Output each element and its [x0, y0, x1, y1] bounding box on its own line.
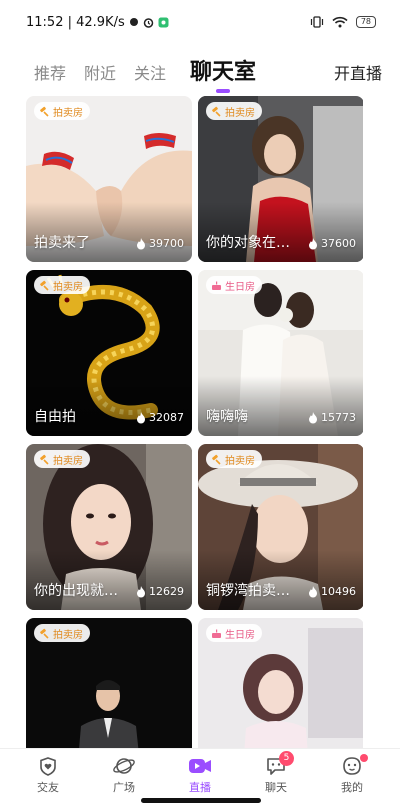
- room-card[interactable]: 生日房 嗨嗨嗨 15773: [198, 270, 363, 436]
- nav-label: 我的: [341, 781, 363, 794]
- auction-badge: 拍卖房: [206, 450, 262, 468]
- tab-chatroom[interactable]: 聊天室: [190, 54, 256, 94]
- nav-label: 直播: [189, 781, 211, 794]
- badge-label: 拍卖房: [53, 281, 83, 293]
- tab-following[interactable]: 关注: [134, 60, 166, 94]
- auction-badge: 拍卖房: [206, 102, 262, 120]
- room-card[interactable]: 生日房: [198, 618, 363, 748]
- room-card[interactable]: 拍卖房 铜锣湾拍卖… 10496: [198, 444, 363, 610]
- nav-label: 广场: [113, 781, 135, 794]
- heat-count: 39700: [136, 237, 184, 250]
- app-notification-icon: [129, 17, 139, 27]
- birthday-badge: 生日房: [206, 276, 262, 294]
- flame-icon: [309, 585, 317, 597]
- gavel-icon: [212, 454, 221, 465]
- room-title: 自由拍: [34, 409, 76, 425]
- nav-mine[interactable]: 我的: [322, 753, 382, 810]
- badge-label: 生日房: [225, 629, 255, 641]
- room-title: 拍卖来了: [34, 235, 90, 251]
- gavel-icon: [40, 106, 49, 117]
- room-card[interactable]: 拍卖房 拍卖来了 39700: [26, 96, 192, 262]
- heat-count: 32087: [136, 411, 184, 424]
- tab-recommend[interactable]: 推荐: [34, 60, 66, 94]
- vibrate-icon: [310, 16, 324, 28]
- flame-icon: [309, 411, 317, 423]
- gavel-icon: [40, 280, 49, 291]
- badge-label: 生日房: [225, 281, 255, 293]
- room-card[interactable]: 拍卖房: [26, 618, 192, 748]
- heat-count-value: 32087: [149, 411, 184, 424]
- room-card[interactable]: 拍卖房 你的对象在… 37600: [198, 96, 363, 262]
- auction-badge: 拍卖房: [34, 624, 90, 642]
- auction-badge: 拍卖房: [34, 276, 90, 294]
- nav-label: 交友: [37, 781, 59, 794]
- top-tab-bar: 推荐 附近 关注 聊天室 开直播: [0, 48, 400, 94]
- room-title: 铜锣湾拍卖…: [206, 583, 290, 599]
- room-card[interactable]: 拍卖房 自由拍 32087: [26, 270, 192, 436]
- auction-badge: 拍卖房: [34, 450, 90, 468]
- unread-badge: 5: [279, 751, 294, 766]
- alarm-icon: [143, 17, 154, 28]
- nav-label: 聊天: [265, 781, 287, 794]
- badge-label: 拍卖房: [53, 107, 83, 119]
- chatroom-grid: 拍卖房 拍卖来了 39700 拍卖房 你的对象在… 37600 拍卖房 自由拍 …: [26, 96, 363, 748]
- heat-count: 15773: [308, 411, 356, 424]
- home-indicator: [141, 798, 261, 803]
- badge-label: 拍卖房: [225, 107, 255, 119]
- room-title: 嗨嗨嗨: [206, 409, 248, 425]
- badge-label: 拍卖房: [53, 455, 83, 467]
- heat-count-value: 37600: [321, 237, 356, 250]
- status-time: 11:52 | 42.9K/s: [26, 14, 125, 30]
- planet-icon: [111, 753, 137, 779]
- gavel-icon: [40, 628, 49, 639]
- badge-label: 拍卖房: [225, 455, 255, 467]
- gavel-icon: [212, 106, 221, 117]
- room-card[interactable]: 拍卖房 你的出现就… 12629: [26, 444, 192, 610]
- heat-count-value: 39700: [149, 237, 184, 250]
- flame-icon: [137, 585, 145, 597]
- heat-count: 10496: [308, 585, 356, 598]
- start-live-button[interactable]: 开直播: [334, 60, 382, 94]
- live-camera-icon: [187, 753, 213, 779]
- gavel-icon: [40, 454, 49, 465]
- auction-badge: 拍卖房: [34, 102, 90, 120]
- flame-icon: [137, 237, 145, 249]
- flame-icon: [309, 237, 317, 249]
- status-bar: 11:52 | 42.9K/s 78: [0, 0, 400, 44]
- heat-count-value: 12629: [149, 585, 184, 598]
- heart-icon: [35, 753, 61, 779]
- notification-dot: [360, 754, 368, 762]
- tab-nearby[interactable]: 附近: [84, 60, 116, 94]
- wifi-icon: [332, 16, 348, 28]
- message-app-icon: [158, 17, 169, 28]
- nav-make-friends[interactable]: 交友: [18, 753, 78, 810]
- heat-count-value: 15773: [321, 411, 356, 424]
- cake-icon: [212, 629, 221, 638]
- heat-count-value: 10496: [321, 585, 356, 598]
- birthday-badge: 生日房: [206, 624, 262, 642]
- badge-label: 拍卖房: [53, 629, 83, 641]
- heat-count: 12629: [136, 585, 184, 598]
- status-right: 78: [310, 16, 376, 28]
- room-title: 你的出现就…: [34, 583, 118, 599]
- cake-icon: [212, 281, 221, 290]
- heat-count: 37600: [308, 237, 356, 250]
- status-left: 11:52 | 42.9K/s: [26, 15, 169, 30]
- room-title: 你的对象在…: [206, 235, 290, 251]
- flame-icon: [137, 411, 145, 423]
- battery-indicator: 78: [355, 16, 376, 28]
